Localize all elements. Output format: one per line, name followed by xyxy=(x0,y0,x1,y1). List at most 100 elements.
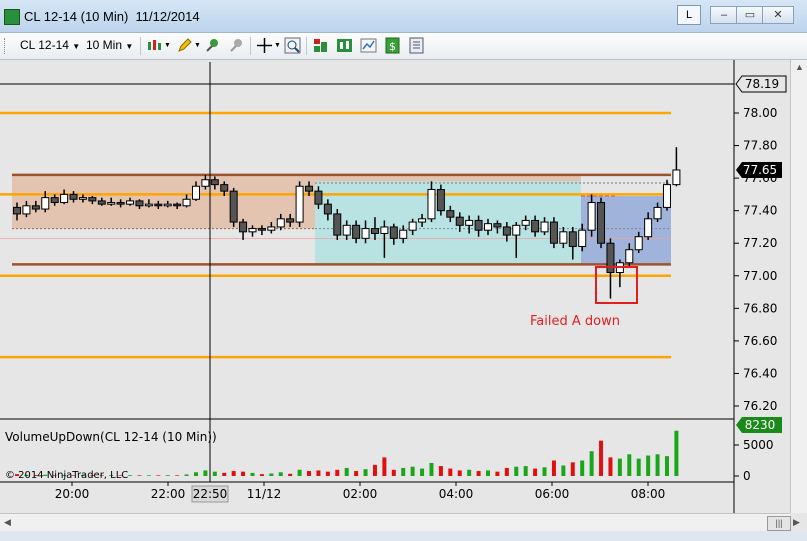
volume-bar xyxy=(128,475,133,476)
volume-bar xyxy=(438,466,443,476)
annotation-label: Failed A down xyxy=(530,314,620,329)
volume-bar xyxy=(259,474,264,476)
price-tick-label: 78.00 xyxy=(743,106,777,120)
pencil-icon[interactable] xyxy=(176,37,193,54)
window-titlebar: CL 12-14 (10 Min) 11/12/2014 L – ▭ ✕ xyxy=(0,0,807,33)
chart-style-icon[interactable] xyxy=(146,37,163,54)
volume-bar xyxy=(599,440,604,476)
dollar-icon[interactable]: $ xyxy=(384,37,401,54)
candle-body xyxy=(634,236,643,251)
price-tick-label: 76.40 xyxy=(743,366,777,380)
last-volume-badge: 8230 xyxy=(736,417,782,433)
candle-body xyxy=(653,206,662,220)
time-tick-label: 06:00 xyxy=(535,487,570,501)
volume-bar xyxy=(156,475,161,476)
candle-body xyxy=(446,210,455,218)
volume-bar xyxy=(241,471,246,476)
maximize-button[interactable]: ▭ xyxy=(736,6,764,24)
candle-body xyxy=(220,184,229,192)
data-box-icon[interactable] xyxy=(312,37,329,54)
candle-body xyxy=(625,249,634,264)
vertical-scrollbar[interactable]: ▲ xyxy=(790,60,807,513)
crosshair-time-badge: 22:50 xyxy=(191,485,229,503)
price-tick-label: 76.20 xyxy=(743,399,777,413)
candle-body xyxy=(78,197,87,200)
volume-bar xyxy=(457,470,462,476)
horizontal-scrollbar[interactable]: ◀ ||| ▶ xyxy=(0,513,800,531)
candle-body xyxy=(13,206,21,215)
candle-body xyxy=(31,205,40,210)
interval-label: 10 Min xyxy=(86,38,123,52)
toolbar-divider xyxy=(306,37,307,55)
candle-body xyxy=(531,219,540,233)
candle-body xyxy=(455,216,464,226)
scroll-up-icon[interactable]: ▲ xyxy=(795,62,804,72)
strategies-icon[interactable] xyxy=(360,37,377,54)
chevron-down-icon: ▼ xyxy=(72,42,81,51)
volume-bar xyxy=(165,475,170,476)
volume-bar xyxy=(316,470,321,476)
zoom-icon[interactable] xyxy=(284,37,301,54)
unpin-icon[interactable] xyxy=(228,37,245,54)
candle-body xyxy=(50,197,59,204)
chevron-down-icon: ▼ xyxy=(274,42,281,49)
last-price-badge: 77.65 xyxy=(736,162,782,178)
volume-bar xyxy=(448,468,453,476)
candle-body xyxy=(239,221,248,233)
indicators-icon[interactable] xyxy=(336,37,353,54)
chart-panel[interactable]: 78.0077.8077.6077.4077.2077.0076.8076.60… xyxy=(0,60,807,541)
volume-bar xyxy=(175,475,180,476)
volume-bar xyxy=(354,471,359,476)
candle-body xyxy=(418,218,427,223)
candle-body xyxy=(644,218,653,238)
crosshair-price-badge: 78.19 xyxy=(735,75,787,93)
toolbar-divider xyxy=(250,37,251,55)
volume-bar xyxy=(495,471,500,476)
window-title: CL 12-14 (10 Min) 11/12/2014 xyxy=(24,9,200,24)
volume-bar xyxy=(467,469,472,476)
scroll-left-icon[interactable]: ◀ xyxy=(4,517,11,528)
candle-body xyxy=(210,179,219,186)
interval-selector[interactable]: 10 Min ▼ xyxy=(86,38,133,52)
candle-body xyxy=(88,197,97,202)
instrument-selector[interactable]: CL 12-14 ▼ xyxy=(20,38,80,52)
chevron-down-icon: ▼ xyxy=(194,42,201,49)
candle-body xyxy=(597,202,606,244)
volume-bar xyxy=(627,454,632,476)
properties-icon[interactable] xyxy=(408,37,425,54)
volume-bar xyxy=(410,466,415,476)
toolbar-grip[interactable] xyxy=(4,38,8,54)
candle-body xyxy=(352,224,361,239)
volume-bar xyxy=(222,472,227,476)
candle-body xyxy=(267,226,276,231)
volume-bar xyxy=(307,471,312,476)
price-tick-label: 77.80 xyxy=(743,139,777,153)
scroll-right-icon[interactable]: ▶ xyxy=(793,517,800,528)
last-volume-label: 8230 xyxy=(745,418,776,432)
link-button[interactable]: L xyxy=(677,5,701,25)
crosshair-pin-icon[interactable] xyxy=(204,37,221,54)
scroll-thumb[interactable]: ||| xyxy=(767,516,791,531)
volume-bar xyxy=(184,474,189,476)
volume-bar xyxy=(269,473,274,476)
app-icon xyxy=(4,9,20,25)
time-tick-label: 02:00 xyxy=(343,487,378,501)
candle-body xyxy=(286,218,295,223)
candle-body xyxy=(408,221,417,231)
candle-body xyxy=(672,169,681,186)
close-button[interactable]: ✕ xyxy=(762,6,794,24)
price-tick-label: 77.00 xyxy=(743,269,777,283)
candle-body xyxy=(276,218,285,228)
volume-bar xyxy=(551,460,556,476)
volume-bar xyxy=(344,467,349,476)
volume-bar xyxy=(250,472,255,476)
candle-body xyxy=(107,202,116,205)
candle-body xyxy=(559,231,568,244)
candle-body xyxy=(323,203,332,215)
crosshair-icon[interactable] xyxy=(256,37,273,54)
minimize-button[interactable]: – xyxy=(710,6,738,24)
volume-bar xyxy=(193,472,198,476)
volume-tick-label: 5000 xyxy=(743,438,774,452)
candle-body xyxy=(502,226,511,236)
candle-body xyxy=(22,205,31,215)
